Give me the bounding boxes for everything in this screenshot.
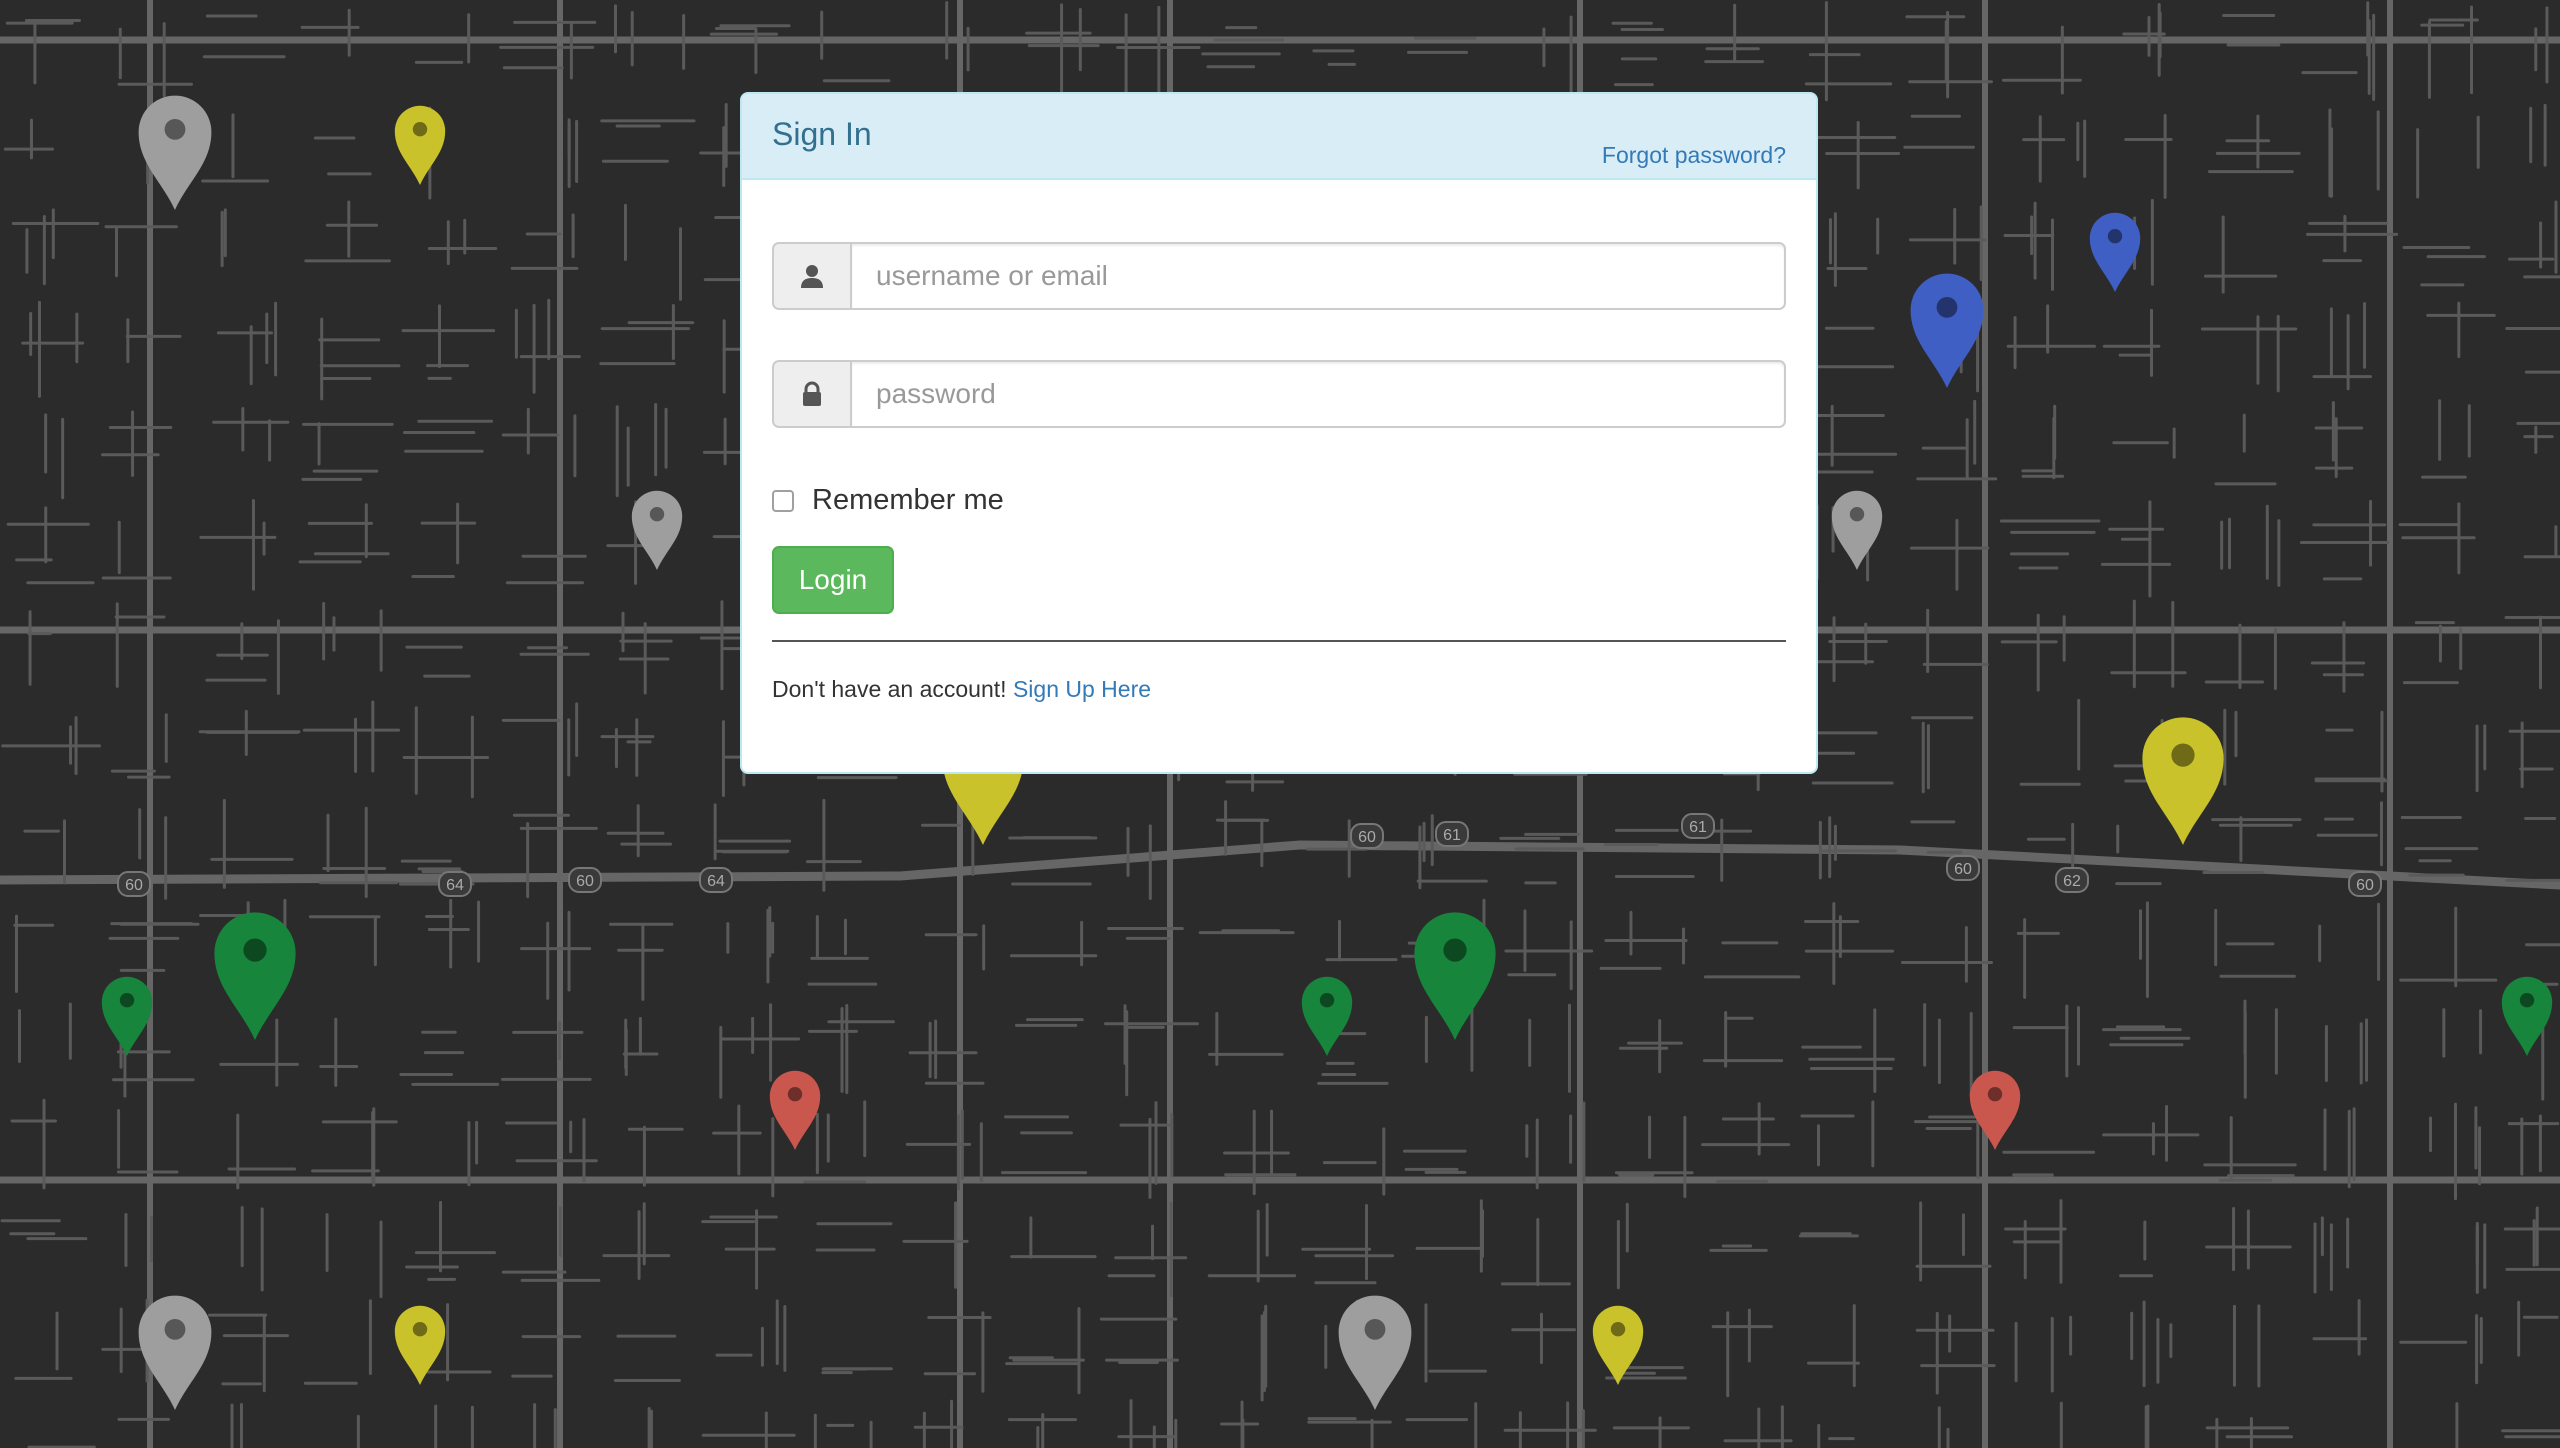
svg-text:60: 60 — [1358, 829, 1376, 846]
signup-prompt: Don't have an account! — [772, 676, 1007, 702]
login-button[interactable]: Login — [772, 546, 894, 614]
svg-text:62: 62 — [2063, 873, 2081, 890]
password-input[interactable] — [850, 360, 1786, 428]
svg-text:60: 60 — [1954, 861, 1972, 878]
svg-text:61: 61 — [1689, 819, 1707, 836]
highway-shield: 60 — [1946, 855, 1980, 881]
forgot-password-link[interactable]: Forgot password? — [1602, 142, 1786, 169]
svg-text:64: 64 — [707, 873, 725, 890]
svg-text:60: 60 — [576, 873, 594, 890]
sign-in-title: Sign In — [772, 116, 872, 152]
highway-shield: 64 — [699, 867, 733, 893]
sign-in-panel: Sign In Forgot password? Remem — [740, 92, 1818, 774]
remember-me-checkbox[interactable] — [772, 489, 794, 512]
panel-body: Remember me Login Don't have an account!… — [772, 180, 1786, 772]
highway-shield: 64 — [438, 871, 472, 897]
highway-shield: 60 — [2348, 871, 2382, 897]
remember-me-row: Remember me — [772, 484, 1004, 517]
divider — [772, 640, 1786, 642]
sign-up-link[interactable]: Sign Up Here — [1013, 676, 1151, 702]
panel-heading: Sign In Forgot password? — [742, 94, 1816, 180]
user-icon — [772, 242, 850, 310]
username-group — [772, 242, 1786, 310]
remember-me-label[interactable]: Remember me — [812, 484, 1004, 517]
svg-text:64: 64 — [446, 877, 464, 894]
highway-shield: 60 — [117, 871, 151, 897]
signup-row: Don't have an account! Sign Up Here — [772, 676, 1151, 703]
password-group — [772, 360, 1786, 428]
highway-shield: 61 — [1681, 813, 1715, 839]
highway-shield: 61 — [1435, 821, 1469, 847]
lock-icon — [772, 360, 850, 428]
svg-text:60: 60 — [125, 877, 143, 894]
svg-text:60: 60 — [2356, 877, 2374, 894]
highway-shield: 62 — [2055, 867, 2089, 893]
username-input[interactable] — [850, 242, 1786, 310]
svg-text:61: 61 — [1443, 827, 1461, 844]
highway-shield: 60 — [1350, 823, 1384, 849]
highway-shield: 60 — [568, 867, 602, 893]
